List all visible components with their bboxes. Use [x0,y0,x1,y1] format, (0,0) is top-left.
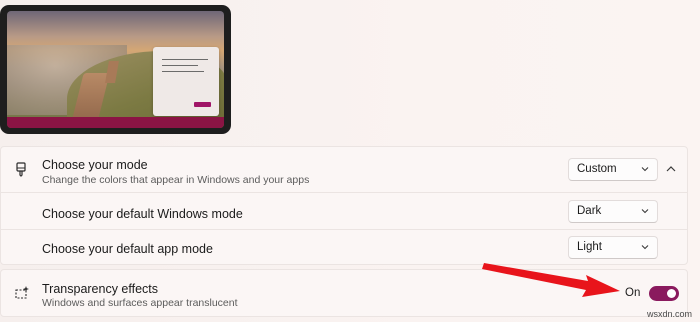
choose-mode-description: Change the colors that appear in Windows… [42,174,310,186]
choose-mode-row: Choose your mode Change the colors that … [1,147,687,192]
mode-dropdown-value: Custom [577,163,617,175]
mode-dropdown[interactable]: Custom [568,158,658,181]
preview-sample-window [153,47,219,116]
preview-wallpaper [7,11,224,128]
watermark: wsxdn.com [646,309,692,319]
preview-accent-button [194,102,211,107]
red-arrow-annotation [482,263,620,297]
chevron-down-icon [641,245,649,250]
preview-taskbar [7,117,224,128]
chevron-down-icon [641,167,649,172]
transparency-description: Windows and surfaces appear translucent [42,297,238,309]
choose-mode-title: Choose your mode [42,158,148,172]
windows-mode-dropdown-value: Dark [577,205,602,217]
transparency-toggle[interactable] [649,286,679,301]
chevron-down-icon [641,209,649,214]
windows-mode-dropdown[interactable]: Dark [568,200,658,223]
toggle-knob [667,289,676,298]
windows-mode-row: Choose your default Windows mode Dark [1,193,687,228]
transparency-title: Transparency effects [42,282,159,296]
chevron-up-icon[interactable] [666,165,676,173]
choose-mode-panel: Choose your mode Change the colors that … [0,146,688,265]
app-mode-dropdown-value: Light [577,241,602,253]
app-mode-title: Choose your default app mode [42,242,213,256]
theme-preview [0,5,231,134]
paintbrush-icon [16,162,26,177]
windows-mode-title: Choose your default Windows mode [42,207,243,221]
